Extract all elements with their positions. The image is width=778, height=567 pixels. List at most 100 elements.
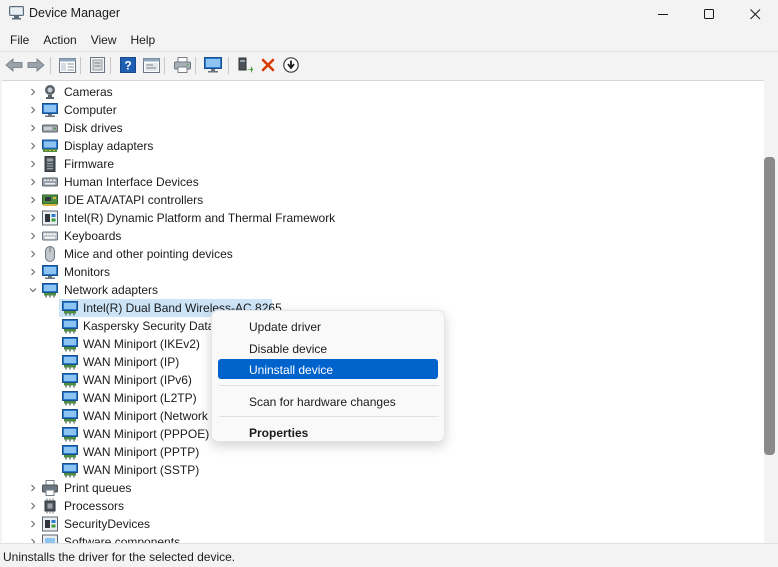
menu-item-label: Properties xyxy=(249,426,309,440)
tree-item-hid[interactable]: Human Interface Devices xyxy=(2,173,762,191)
menu-scan-hardware[interactable]: Scan for hardware changes xyxy=(218,391,438,411)
tree-item-label: Keyboards xyxy=(64,229,122,243)
tree-item-label: Print queues xyxy=(64,481,132,495)
properties-sheet-button[interactable] xyxy=(87,55,107,75)
chevron-right-icon[interactable] xyxy=(28,213,38,223)
minimize-button[interactable] xyxy=(640,0,686,28)
monitor-icon xyxy=(204,57,222,73)
tree-item-label: WAN Miniport (PPPOE) xyxy=(83,427,210,441)
toolbar-separator xyxy=(110,57,111,74)
chevron-right-icon[interactable] xyxy=(28,87,38,97)
chevron-right-icon[interactable] xyxy=(28,141,38,151)
tree-item-label: WAN Miniport (SSTP) xyxy=(83,463,200,477)
chevron-right-icon[interactable] xyxy=(28,123,38,133)
maximize-icon xyxy=(703,8,714,19)
network-adapter-icon xyxy=(62,391,78,406)
tree-item-network-adapters[interactable]: Network adapters xyxy=(2,281,762,299)
print-icon xyxy=(173,57,191,73)
download-button[interactable] xyxy=(281,55,301,75)
tree-item-computer[interactable]: Computer xyxy=(2,101,762,119)
chevron-right-icon[interactable] xyxy=(28,483,38,493)
chevron-right-icon[interactable] xyxy=(28,267,38,277)
chevron-right-icon[interactable] xyxy=(28,519,38,529)
window-title: Device Manager xyxy=(29,6,121,20)
chevron-right-icon[interactable] xyxy=(28,231,38,241)
console-button[interactable] xyxy=(141,55,161,75)
tree-item-processors[interactable]: Processors xyxy=(2,497,762,515)
uninstall-device-button[interactable] xyxy=(258,55,278,75)
tree-item-label: Disk drives xyxy=(64,121,123,135)
update-driver-icon xyxy=(238,57,253,73)
tree-item-label: Human Interface Devices xyxy=(64,175,199,189)
tree-item-mice[interactable]: Mice and other pointing devices xyxy=(2,245,762,263)
chevron-right-icon[interactable] xyxy=(28,249,38,259)
network-adapter-wan-pptp[interactable]: WAN Miniport (PPTP) xyxy=(2,443,762,461)
menu-update-driver[interactable]: Update driver xyxy=(218,316,438,336)
toolbar-separator xyxy=(228,57,229,74)
update-driver-button[interactable] xyxy=(235,55,255,75)
computer-icon xyxy=(42,103,58,117)
scrollbar-thumb[interactable] xyxy=(764,157,775,455)
network-adapter-icon xyxy=(62,445,78,460)
tree-view-button[interactable] xyxy=(57,55,77,75)
menu-action[interactable]: Action xyxy=(37,29,82,51)
tree-item-firmware[interactable]: Firmware xyxy=(2,155,762,173)
chevron-right-icon[interactable] xyxy=(28,105,38,115)
network-adapter-icon xyxy=(62,337,78,352)
print-button[interactable] xyxy=(172,55,192,75)
chevron-right-icon[interactable] xyxy=(28,159,38,169)
chevron-right-icon[interactable] xyxy=(28,177,38,187)
back-button[interactable] xyxy=(4,55,24,75)
title-bar: Device Manager xyxy=(0,0,778,28)
tree-item-print-queues[interactable]: Print queues xyxy=(2,479,762,497)
menu-properties[interactable]: Properties xyxy=(218,422,438,442)
menu-help[interactable]: Help xyxy=(125,29,162,51)
menu-uninstall-device[interactable]: Uninstall device xyxy=(218,359,438,379)
tree-item-monitors[interactable]: Monitors xyxy=(2,263,762,281)
chevron-right-icon[interactable] xyxy=(28,501,38,511)
toolbar: ? xyxy=(0,51,778,79)
chevron-right-icon[interactable] xyxy=(28,195,38,205)
mouse-icon xyxy=(45,246,55,262)
tree-item-security-devices[interactable]: SecurityDevices xyxy=(2,515,762,533)
forward-button[interactable] xyxy=(26,55,46,75)
tree-item-label: WAN Miniport (L2TP) xyxy=(83,391,197,405)
menu-bar: File Action View Help xyxy=(0,29,778,51)
menu-view[interactable]: View xyxy=(85,29,123,51)
tree-item-intel-dptf[interactable]: Intel(R) Dynamic Platform and Thermal Fr… xyxy=(2,209,762,227)
tree-item-disk-drives[interactable]: Disk drives xyxy=(2,119,762,137)
tree-item-label: Kaspersky Security Data xyxy=(83,319,215,333)
tree-item-label: WAN Miniport (Network xyxy=(83,409,208,423)
tree-item-label: WAN Miniport (IP) xyxy=(83,355,180,369)
menu-separator xyxy=(219,416,439,417)
help-button[interactable]: ? xyxy=(118,55,138,75)
tree-item-software-components[interactable]: Software components xyxy=(2,533,762,543)
chevron-down-icon[interactable] xyxy=(28,285,38,295)
menu-file[interactable]: File xyxy=(4,29,35,51)
security-device-icon xyxy=(42,516,58,532)
tree-item-ide-controllers[interactable]: IDE ATA/ATAPI controllers xyxy=(2,191,762,209)
network-adapter-icon xyxy=(62,355,78,370)
display-adapter-icon xyxy=(42,139,58,152)
toolbar-separator xyxy=(50,57,51,74)
close-button[interactable] xyxy=(732,0,778,28)
tree-item-label: Intel(R) Dynamic Platform and Thermal Fr… xyxy=(64,211,336,225)
tree-item-label: Cameras xyxy=(64,85,113,99)
network-adapter-icon xyxy=(62,373,78,388)
network-adapter-icon xyxy=(42,283,58,298)
menu-disable-device[interactable]: Disable device xyxy=(218,338,438,358)
tree-item-display-adapters[interactable]: Display adapters xyxy=(2,137,762,155)
tree-item-keyboards[interactable]: Keyboards xyxy=(2,227,762,245)
monitor-button[interactable] xyxy=(203,55,223,75)
tree-item-label: WAN Miniport (IPv6) xyxy=(83,373,192,387)
camera-icon xyxy=(45,85,55,99)
disk-drive-icon xyxy=(42,124,58,133)
tree-item-label: WAN Miniport (PPTP) xyxy=(83,445,200,459)
properties-sheet-icon xyxy=(89,57,105,73)
processor-icon xyxy=(44,498,56,514)
network-adapter-wan-sstp[interactable]: WAN Miniport (SSTP) xyxy=(2,461,762,479)
maximize-button[interactable] xyxy=(686,0,732,28)
tree-item-label: Software components xyxy=(64,535,181,543)
forward-icon xyxy=(27,58,45,72)
tree-item-cameras[interactable]: Cameras xyxy=(2,83,762,101)
